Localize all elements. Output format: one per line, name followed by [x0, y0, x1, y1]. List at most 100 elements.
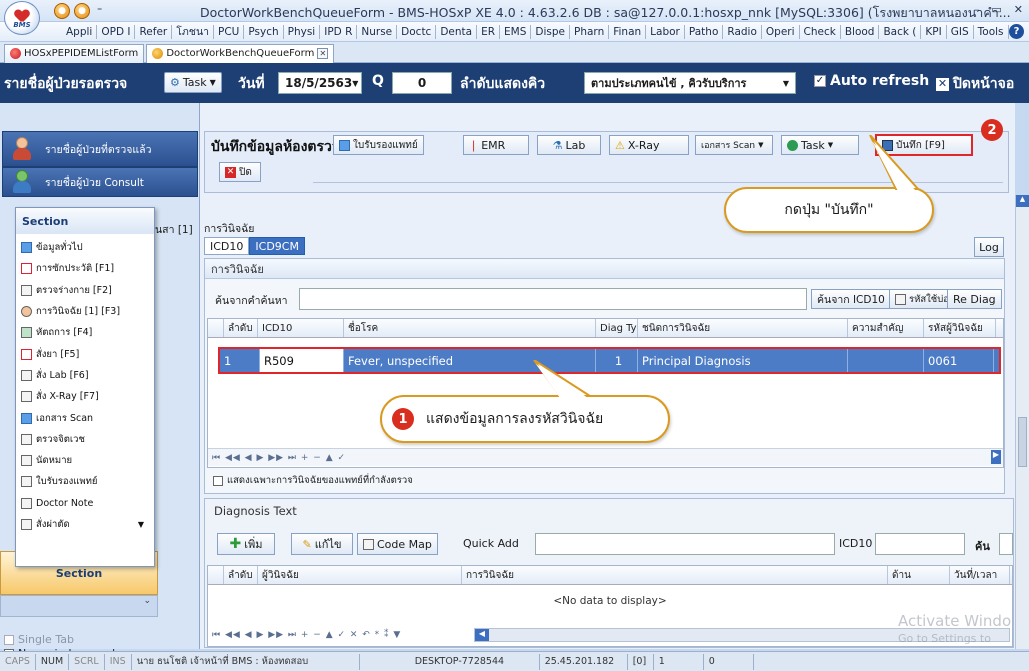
ribbon-menu-bar: Appli OPD I Refer โภชนา PCU Psych Physi IPD R Nu…	[0, 22, 1029, 42]
add-button[interactable]: ✚ เพิ่ม	[217, 533, 275, 555]
menu-item[interactable]: GIS	[947, 24, 974, 39]
menu-item[interactable]: Patho	[685, 24, 724, 39]
section-item-history[interactable]: การซักประวัติ [F1]	[16, 258, 154, 279]
menu-item[interactable]: IPD R	[320, 24, 358, 39]
menu-item[interactable]: Radio	[723, 24, 762, 39]
app-logo[interactable]: BMS	[4, 1, 40, 35]
menu-item[interactable]: โภชนา	[172, 24, 215, 39]
menu-item[interactable]: PCU	[214, 24, 245, 39]
consult-patients-button[interactable]: รายชื่อผู้ป่วย Consult	[2, 167, 198, 197]
scroll-up-icon[interactable]: ▲	[1016, 195, 1029, 207]
menu-item[interactable]: Refer	[135, 24, 173, 39]
icd10-cell[interactable]: R509	[260, 349, 344, 372]
section-item-xray[interactable]: สั่ง X-Ray [F7]	[16, 386, 154, 407]
xray-button[interactable]: ⚠ X-Ray	[609, 135, 689, 155]
pencil-icon: ✎	[302, 537, 312, 551]
menu-item[interactable]: Psych	[244, 24, 284, 39]
step-2-badge: 2	[981, 119, 1003, 141]
menu-item[interactable]: Physi	[284, 24, 321, 39]
quick-access-icon-2[interactable]: ●	[74, 3, 90, 19]
section-header: Section	[16, 208, 154, 234]
menu-item[interactable]: Appli	[62, 24, 98, 39]
tab-icd9cm[interactable]: ICD9CM	[249, 237, 305, 255]
section-item-procedure[interactable]: หัตถการ [F4]	[16, 322, 154, 343]
queue-order-select[interactable]: ตามประเภทคนไข้ , คิวรับบริการ ▼	[584, 72, 796, 94]
icd10-input[interactable]	[875, 533, 965, 555]
tab-doctor-workbench[interactable]: DoctorWorkBenchQueueForm ✕	[146, 43, 335, 63]
lab-button[interactable]: ⚗ Lab	[537, 135, 601, 155]
menu-item[interactable]: Back (	[879, 24, 922, 39]
section-item-general[interactable]: ข้อมูลทั่วไป	[16, 237, 154, 258]
vertical-scrollbar[interactable]: ▲	[1015, 195, 1029, 649]
dropdown-icon[interactable]: ⁼	[97, 6, 102, 17]
menu-item[interactable]: Dispe	[531, 24, 571, 39]
menu-item[interactable]: Nurse	[357, 24, 398, 39]
section-item-appointment[interactable]: นัดหมาย	[16, 450, 154, 471]
scroll-left-icon[interactable]: ◀	[475, 629, 489, 641]
section-item-lab[interactable]: สั่ง Lab [F6]	[16, 365, 154, 386]
task-dropdown[interactable]: ⚙ Task ▼	[164, 72, 222, 93]
menu-item[interactable]: Operi	[762, 24, 800, 39]
edit-button[interactable]: ✎ แก้ไข	[291, 533, 353, 555]
form-icon	[21, 476, 32, 488]
table-row[interactable]: 1 R509 Fever, unspecified 1 Principal Di…	[218, 347, 1001, 374]
status-value-2: 0	[704, 653, 754, 670]
menu-item[interactable]: Denta	[436, 24, 478, 39]
form-icon	[21, 455, 32, 467]
only-this-doctor-checkbox[interactable]: แสดงเฉพาะการวินิจฉัยของแพทย์ที่กำลังตรวจ	[213, 473, 413, 488]
auto-refresh-checkbox[interactable]: ✓ Auto refresh	[814, 73, 929, 89]
section-item-psych[interactable]: ตรวจจิตเวช	[16, 429, 154, 450]
section-item-diagnosis[interactable]: การวินิจฉัย [1] [F3]	[16, 301, 154, 322]
close-tab-icon[interactable]: ✕	[317, 48, 329, 59]
section-item-physical-exam[interactable]: ตรวจร่างกาย [F2]	[16, 280, 154, 301]
rediag-button[interactable]: Re Diag	[947, 289, 1002, 309]
section-item-doctor-note[interactable]: Doctor Note	[16, 493, 154, 514]
quick-access-icon[interactable]: ●	[54, 3, 70, 19]
examined-patients-button[interactable]: รายชื่อผู้ป่วยที่ตรวจแล้ว	[2, 131, 198, 167]
menu-item[interactable]: Finan	[609, 24, 647, 39]
menu-item[interactable]: EMS	[500, 24, 532, 39]
section-item-surgery[interactable]: สั่งผ่าตัด ▼	[16, 514, 154, 535]
tab-epidem-list[interactable]: HOSxPEPIDEMListForm	[4, 43, 145, 63]
scroll-right-icon[interactable]: ▶	[991, 450, 1001, 464]
minimize-button[interactable]: –	[974, 3, 980, 16]
tab-icd10[interactable]: ICD10	[204, 237, 250, 255]
log-button[interactable]: Log	[974, 237, 1004, 257]
heart-icon	[15, 10, 29, 22]
scroll-thumb[interactable]	[1018, 417, 1027, 467]
single-tab-checkbox[interactable]: Single Tab	[4, 633, 74, 646]
section-item-certificate[interactable]: ใบรับรองแพทย์	[16, 471, 154, 492]
medical-certificate-button[interactable]: ใบรับรองแพทย์	[333, 135, 424, 155]
maximize-button[interactable]: ▭	[991, 3, 1001, 16]
icd10-label: ICD10	[839, 537, 873, 550]
date-picker[interactable]: 18/5/2563 ▼	[278, 72, 362, 94]
code-map-button[interactable]: Code Map	[357, 533, 438, 555]
menu-item[interactable]: Doctc	[397, 24, 437, 39]
section-expand-chevron-icon[interactable]: ⌄	[0, 595, 158, 617]
menu-item[interactable]: Pharn	[570, 24, 610, 39]
help-icon[interactable]: ?	[1009, 24, 1024, 39]
diagnosis-text-group: Diagnosis Text ✚ เพิ่ม ✎ แก้ไข Code Map Qu…	[204, 498, 1014, 648]
menu-item[interactable]: Labor	[646, 24, 685, 39]
close-form-button[interactable]: ✕ ปิด	[219, 162, 261, 182]
side-input[interactable]	[999, 533, 1013, 555]
menu-item[interactable]: Blood	[841, 24, 880, 39]
close-button[interactable]: ✕	[1014, 3, 1023, 16]
section-item-medication[interactable]: สั่งยา [F5]	[16, 343, 154, 364]
visit-tab-fragment[interactable]: นสา [1]	[155, 221, 193, 238]
search-icd10-button[interactable]: ค้นจาก ICD10	[811, 289, 891, 309]
menu-item[interactable]: Tools	[974, 24, 1009, 39]
menu-item[interactable]: ER	[477, 24, 501, 39]
menu-item[interactable]: OPD I	[97, 24, 136, 39]
emr-button[interactable]: ❘ EMR	[463, 135, 529, 155]
grid-navigator[interactable]: ⏮ ◀◀ ◀ ▶ ▶▶ ⏭ + − ▲ ✓	[208, 448, 1003, 466]
section-item-scan[interactable]: เอกสาร Scan	[16, 407, 154, 428]
close-screen-button[interactable]: ✕ ปิดหน้าจอ	[936, 73, 1014, 95]
menu-item[interactable]: Check	[800, 24, 841, 39]
search-input[interactable]	[299, 288, 807, 310]
quick-add-input[interactable]	[535, 533, 835, 555]
grid-navigator[interactable]: ⏮ ◀◀ ◀ ▶ ▶▶ ⏭ + − ▲ ✓ ✕ ↶ * ⁑ ▼	[208, 626, 474, 644]
q-input[interactable]: 0	[392, 72, 452, 94]
form-title: บันทึกข้อมูลห้องตรวจ	[211, 139, 341, 155]
menu-item[interactable]: KPI	[921, 24, 947, 39]
